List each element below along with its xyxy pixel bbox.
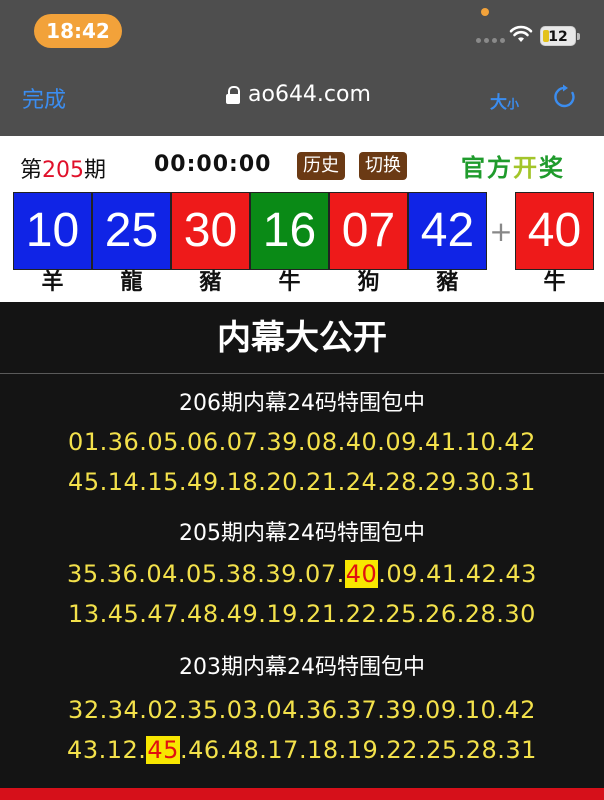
text-size-button[interactable]: 大小: [490, 88, 519, 113]
done-button[interactable]: 完成: [22, 82, 66, 114]
hit-number: 40: [344, 560, 379, 588]
prediction-block-205: 205期内幕24码特围包中 35.36.04.05.38.39.07.40.09…: [0, 520, 604, 634]
period-number: 205: [42, 158, 85, 183]
wifi-icon: [509, 25, 533, 42]
status-bar: 18:42 12: [0, 0, 604, 62]
number-segment: .09.41.42.43: [378, 560, 537, 588]
battery-icon: 12: [540, 26, 580, 46]
bottom-red-strip: [0, 788, 604, 800]
text-size-small: 小: [507, 97, 520, 111]
ball-5: 07 狗: [329, 192, 408, 295]
special-ball-zodiac: 牛: [543, 270, 566, 295]
block-title: 205期内幕24码特围包中: [179, 521, 425, 546]
ball-4: 16 牛: [250, 192, 329, 295]
number-line: 32.34.02.35.03.04.36.37.39.09.10.42: [68, 696, 536, 724]
block-title: 206期内幕24码特围包中: [179, 391, 425, 416]
draw-result-panel: 第205期 00:00:00 历史 切换 官方开奖 10 羊 25 龍 30 豬…: [0, 136, 604, 302]
ball-zodiac: 羊: [41, 270, 64, 295]
plus-sign: +: [489, 215, 513, 248]
official-draw-logo: 官方开奖: [461, 148, 565, 183]
ball-number: 30: [171, 192, 250, 270]
number-line: 01.36.05.06.07.39.08.40.09.41.10.42: [68, 428, 536, 456]
prediction-block-206: 206期内幕24码特围包中 01.36.05.06.07.39.08.40.09…: [0, 390, 604, 502]
cellular-signal-icon: [476, 38, 505, 43]
lock-icon: [226, 85, 240, 104]
period-suffix: 期: [84, 158, 107, 183]
ball-zodiac: 豬: [436, 270, 459, 295]
ball-2: 25 龍: [92, 192, 171, 295]
url-text: ao644.com: [248, 82, 371, 107]
insider-section: 内幕大公开 206期内幕24码特围包中 01.36.05.06.07.39.08…: [0, 302, 604, 788]
number-segment: .46.48.17.18.19.22.25.28.31: [179, 736, 537, 764]
special-ball: 40 牛: [515, 192, 594, 295]
official-text-c: 奖: [539, 154, 565, 182]
ball-zodiac: 豬: [199, 270, 222, 295]
ball-3: 30 豬: [171, 192, 250, 295]
special-ball-number: 40: [515, 192, 594, 270]
ball-number: 10: [13, 192, 92, 270]
hit-number: 45: [146, 736, 180, 764]
countdown-timer: 00:00:00: [154, 152, 272, 177]
reload-icon[interactable]: [552, 84, 578, 110]
number-segment: 43.12.: [67, 736, 147, 764]
address-bar[interactable]: ao644.com: [226, 82, 371, 107]
ball-6: 42 豬: [408, 192, 487, 295]
browser-toolbar: 完成 ao644.com 大小: [0, 62, 604, 136]
switch-button[interactable]: 切换: [359, 152, 407, 180]
draw-numbers: 10 羊 25 龍 30 豬 16 牛 07 狗 42 豬 + 40 牛: [13, 192, 594, 295]
official-text-a: 官方: [461, 154, 513, 182]
ball-1: 10 羊: [13, 192, 92, 295]
history-button[interactable]: 历史: [297, 152, 345, 180]
number-line: 43.12.45.46.48.17.18.19.22.25.28.31: [0, 730, 604, 770]
ball-zodiac: 牛: [278, 270, 301, 295]
text-size-big: 大: [490, 93, 507, 113]
period-label: 第205期: [20, 152, 106, 184]
ball-number: 16: [250, 192, 329, 270]
period-prefix: 第: [20, 158, 43, 183]
number-line: 35.36.04.05.38.39.07.40.09.41.42.43: [0, 554, 604, 594]
section-title: 内幕大公开: [0, 302, 604, 374]
status-time: 18:42: [34, 14, 122, 48]
number-segment: 35.36.04.05.38.39.07.: [67, 560, 345, 588]
number-line: 13.45.47.48.49.19.21.22.25.26.28.30: [68, 600, 536, 628]
ball-zodiac: 龍: [120, 270, 143, 295]
ball-number: 25: [92, 192, 171, 270]
prediction-block-203: 203期内幕24码特围包中 32.34.02.35.03.04.36.37.39…: [0, 654, 604, 770]
official-text-b: 开: [513, 154, 539, 182]
ball-number: 42: [408, 192, 487, 270]
number-line: 45.14.15.49.18.20.21.24.28.29.30.31: [68, 468, 536, 496]
recording-indicator-icon: [481, 8, 489, 16]
ball-zodiac: 狗: [357, 270, 380, 295]
ball-number: 07: [329, 192, 408, 270]
block-title: 203期内幕24码特围包中: [179, 655, 425, 680]
